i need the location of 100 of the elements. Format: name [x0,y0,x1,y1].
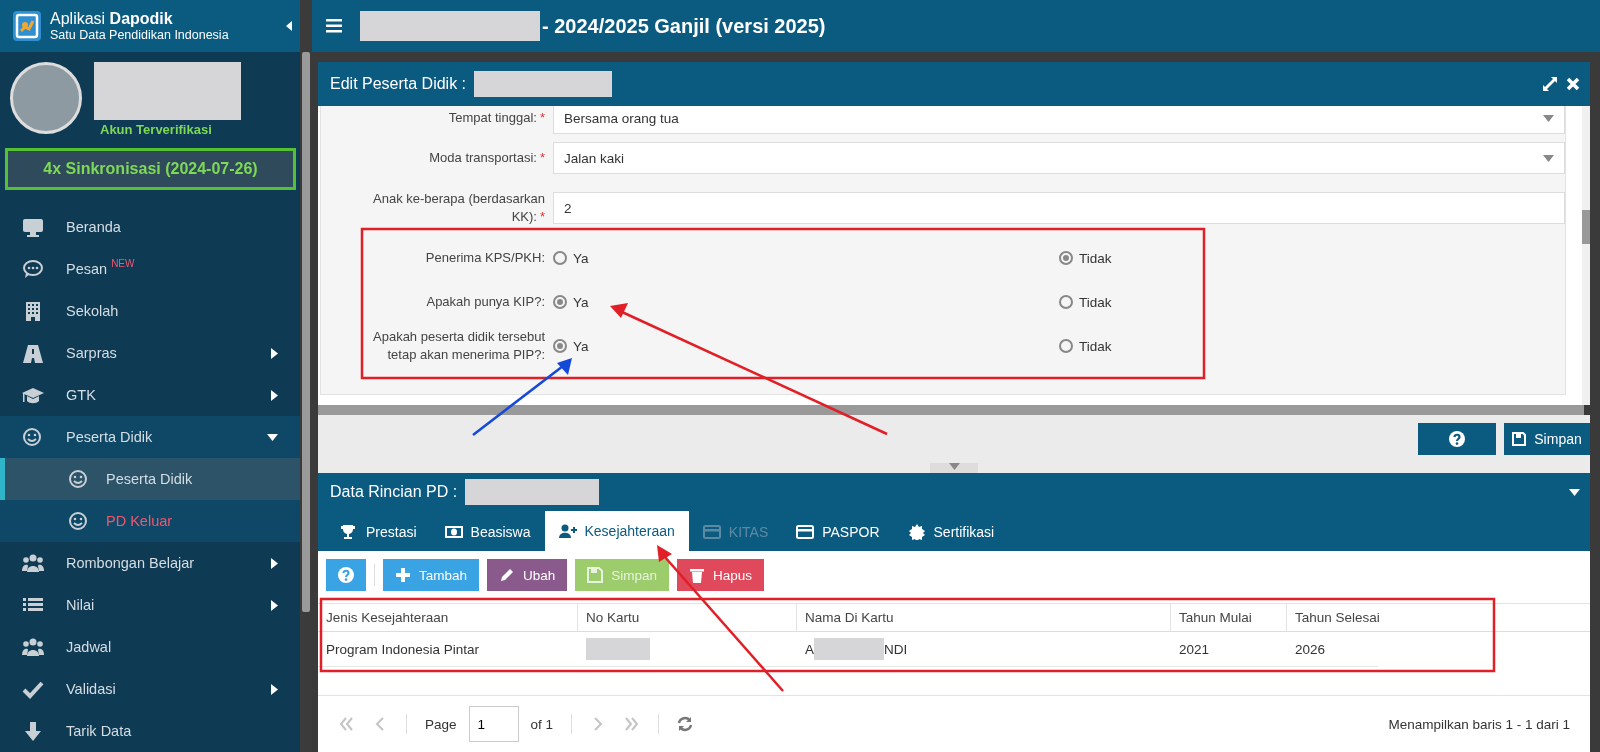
submenu-item[interactable]: Peserta Didik [0,458,300,500]
page-count: of 1 [530,716,554,732]
pencil-icon [499,567,516,583]
caret-icon [271,389,278,401]
input-field[interactable]: 2 [553,192,1565,224]
tab[interactable]: PASPOR [782,513,894,551]
menu-item[interactable]: Tarik Data [0,710,300,752]
field-label: Anak ke-berapa (berdasarkan KK): * [372,190,546,226]
trophy-icon [340,524,358,540]
redaction-block [586,638,650,660]
tab[interactable]: Beasiswa [430,513,545,551]
caret-icon [271,347,278,359]
field-label: Moda transportasi: * [428,149,546,167]
menu-item[interactable]: Nilai [0,584,300,626]
column-header[interactable]: Tahun Selesai [1287,604,1590,631]
down-arrow-icon [22,720,44,742]
tab[interactable]: Kesejahteraan [544,511,689,551]
verification-status: Akun Terverifikasi [100,122,212,137]
refresh-icon[interactable] [677,716,694,732]
smiley-icon [68,511,88,531]
field-label: Tempat tinggal: * [447,109,546,127]
user-plus-icon [558,523,577,539]
menu-item[interactable]: Beranda [0,206,300,248]
seal-icon [907,524,926,540]
plus-icon [395,567,411,583]
banknote-icon [444,524,463,540]
menu-item[interactable]: Pesan $^{NEW}$ [0,248,300,290]
road-icon [22,342,44,364]
panel-title: Data Rincian PD : [330,483,458,501]
sync-status: 4x Sinkronisasi (2024-07-26) [5,148,296,190]
smiley-icon [22,426,44,448]
help-icon [1449,431,1465,447]
card-icon [702,524,721,540]
app-subtitle: Satu Data Pendidikan Indonesia [50,28,230,42]
menu-item[interactable]: Jadwal [0,626,300,668]
menu-item[interactable]: Sekolah [0,290,300,332]
caret-icon [1543,154,1554,162]
page-label: Page [425,716,457,732]
save-button[interactable]: Simpan [1504,423,1590,455]
collapse-handle[interactable] [930,463,978,473]
menu-item[interactable]: Peserta Didik [0,416,300,458]
radio-label: Ya [573,250,589,266]
radio-button[interactable] [553,251,567,265]
table-cell-text: 2026 [1294,640,1327,659]
dropdown-field[interactable]: Jalan kaki [553,142,1565,174]
record-summary: Menampilkan baris 1 - 1 dari 1 [1388,716,1570,732]
table-cell-text: A [805,641,814,657]
users-icon [22,636,44,658]
caret-icon [1543,114,1554,122]
table-cell-text: Program Indonesia Pintar [325,640,481,659]
radio-label: Ya [573,294,589,310]
table-cell-text: NDI [884,641,908,657]
menu-item[interactable]: Rombongan Belajar [0,542,300,584]
radio-button[interactable] [553,339,567,353]
caret-icon [948,463,960,470]
radio-button[interactable] [1059,339,1073,353]
caret-icon [271,557,278,569]
column-header[interactable]: No Kartu [578,604,797,631]
column-header[interactable]: Nama Di Kartu [797,604,1171,631]
caret-icon [271,683,278,695]
scrollbar[interactable] [1582,106,1590,405]
field-label: Penerima KPS/PKH: [424,249,546,267]
chat-bubble-icon [22,258,44,280]
page-number-field[interactable]: 1 [468,706,519,742]
menu-item[interactable]: GTK [0,374,300,416]
app-title: Aplikasi Dapodik [50,10,174,28]
menu-item[interactable]: Validasi [0,668,300,710]
radio-button[interactable] [1059,251,1073,265]
help-button[interactable] [1418,423,1496,455]
monitor-icon [22,216,44,238]
expand-icon[interactable] [1542,76,1558,92]
page-title: - 2024/2025 Ganjil (versi 2025) [542,14,826,38]
radio-button[interactable] [553,295,567,309]
tab[interactable]: Prestasi [326,513,431,551]
column-header[interactable]: Jenis Kesejahteraan [318,604,578,631]
trash-icon [689,567,706,583]
help-icon [338,567,354,583]
field-label: Apakah peserta didik tersebut tetap akan menerima PIP?: [372,328,546,364]
delete-button[interactable]: Hapus [677,559,765,591]
redaction-block [814,638,884,660]
caret-icon [271,599,278,611]
table-cell-text: 2021 [1178,640,1211,659]
collapse-caret-icon[interactable] [286,21,292,31]
caret-icon [267,433,278,441]
panel-title: Edit Peserta Didik : [330,75,467,93]
tab[interactable]: Sertifikasi [893,513,1009,551]
column-header[interactable]: Tahun Mulai [1171,604,1287,631]
smiley-icon [68,469,88,489]
radio-label: Tidak [1079,338,1112,354]
radio-label: Tidak [1079,294,1112,310]
close-icon[interactable] [1566,77,1580,91]
radio-label: Tidak [1079,250,1112,266]
radio-button[interactable] [1059,295,1073,309]
edit-button[interactable]: Ubah [487,559,568,591]
menu-item[interactable]: Sarpras [0,332,300,374]
users-icon [22,552,44,574]
menu-icon[interactable] [326,19,342,33]
dropdown-field[interactable]: Bersama orang tua [553,106,1565,134]
scrollbar[interactable] [318,405,1584,415]
caret-icon [1569,488,1580,496]
